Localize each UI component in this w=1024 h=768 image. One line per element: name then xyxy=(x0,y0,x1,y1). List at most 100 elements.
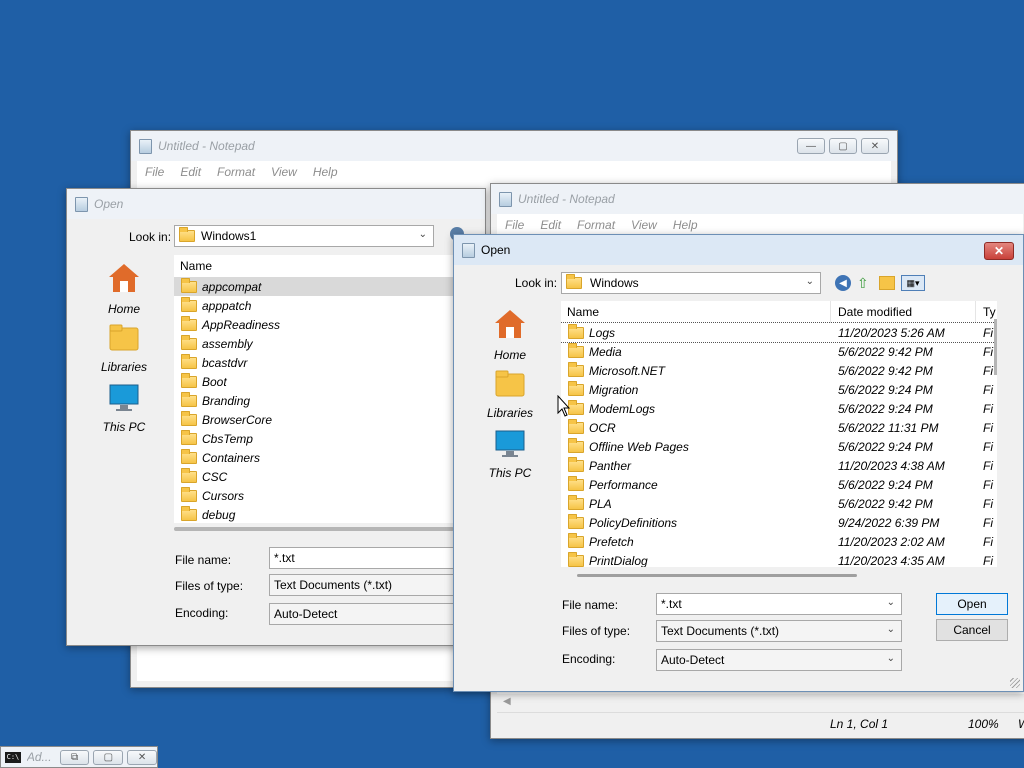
place-libraries[interactable]: Libraries xyxy=(94,323,154,374)
list-item[interactable]: assembly xyxy=(174,334,464,353)
list-item[interactable]: appcompat xyxy=(174,277,464,296)
menu-view[interactable]: View xyxy=(631,218,657,232)
close-button[interactable]: ✕ xyxy=(127,749,157,765)
minimized-console-window[interactable]: C:\ Ad... ⧉ ▢ ✕ xyxy=(0,746,158,768)
list-item-name: Branding xyxy=(202,393,251,408)
table-row[interactable]: Media 5/6/2022 9:42 PM Fi xyxy=(561,342,997,361)
cell-type: Fi xyxy=(983,478,993,492)
front-hscroll[interactable] xyxy=(577,574,857,577)
file-type-select[interactable]: Text Documents (*.txt) xyxy=(269,574,469,596)
cell-name: Migration xyxy=(568,380,638,397)
file-name-label: File name: xyxy=(175,553,232,567)
look-in-combo[interactable]: Windows1 ⌄ xyxy=(174,225,434,247)
restore-button[interactable]: ⧉ xyxy=(59,749,90,765)
scroll-left-icon[interactable]: ◀ xyxy=(503,696,511,707)
column-header-name[interactable]: Name ˆ xyxy=(561,301,831,323)
encoding-label: Encoding: xyxy=(562,652,616,666)
cell-name: Offline Web Pages xyxy=(568,437,689,454)
menu-file[interactable]: File xyxy=(505,218,524,232)
table-row[interactable]: Offline Web Pages 5/6/2022 9:24 PM Fi xyxy=(561,437,997,456)
list-item[interactable]: Branding xyxy=(174,391,464,410)
list-item[interactable]: apppatch xyxy=(174,296,464,315)
table-row[interactable]: Microsoft.NET 5/6/2022 9:42 PM Fi xyxy=(561,361,997,380)
list-item[interactable]: debug xyxy=(174,505,464,523)
table-row[interactable]: PolicyDefinitions 9/24/2022 6:39 PM Fi xyxy=(561,513,997,532)
menu-format[interactable]: Format xyxy=(577,218,615,232)
notepad-back-titlebar[interactable]: Untitled - Notepad xyxy=(131,131,897,161)
open-dialog-back[interactable]: Open Look in: Windows1 ⌄ Home Libraries … xyxy=(66,188,486,646)
list-item[interactable]: Boot xyxy=(174,372,464,391)
cell-name: Panther xyxy=(568,456,631,473)
table-row[interactable]: ModemLogs 5/6/2022 9:24 PM Fi xyxy=(561,399,997,418)
minimize-button[interactable]: — xyxy=(797,138,825,154)
look-in-combo[interactable]: Windows ⌄ xyxy=(561,272,821,294)
table-row[interactable]: Prefetch 11/20/2023 2:02 AM Fi xyxy=(561,532,997,551)
menu-help[interactable]: Help xyxy=(673,218,698,232)
table-row[interactable]: Logs 11/20/2023 5:26 AM Fi xyxy=(561,322,997,343)
notepad-front-hscroll[interactable]: ◀ xyxy=(497,694,1024,712)
table-row[interactable]: Panther 11/20/2023 4:38 AM Fi xyxy=(561,456,997,475)
open-front-titlebar[interactable]: Open xyxy=(454,235,1023,265)
cell-text: Fi xyxy=(983,382,993,397)
cell-name: OCR xyxy=(568,418,616,435)
table-row[interactable]: PrintDialog 11/20/2023 4:35 AM Fi xyxy=(561,551,997,567)
list-item[interactable]: AppReadiness xyxy=(174,315,464,334)
place-this-pc[interactable]: This PC xyxy=(480,429,540,480)
table-row[interactable]: Performance 5/6/2022 9:24 PM Fi xyxy=(561,475,997,494)
close-button[interactable]: ✕ xyxy=(984,242,1014,260)
resize-grip[interactable] xyxy=(1010,678,1020,688)
file-type-select[interactable]: Text Documents (*.txt) ⌄ xyxy=(656,620,902,642)
back-file-list[interactable]: Name ˆ appcompat apppatch AppReadiness asse… xyxy=(174,255,464,523)
list-item[interactable]: Containers xyxy=(174,448,464,467)
encoding-select[interactable]: Auto-Detect ⌄ xyxy=(656,649,902,671)
notepad-front-titlebar[interactable]: Untitled - Notepad xyxy=(491,184,1024,214)
column-header-name[interactable]: Name ˆ xyxy=(174,255,444,277)
place-home[interactable]: Home xyxy=(480,307,540,362)
open-button[interactable]: Open xyxy=(936,593,1008,615)
back-hscroll[interactable] xyxy=(174,527,454,531)
list-item-name: Boot xyxy=(202,374,227,389)
view-menu-icon[interactable]: ▦▾ xyxy=(901,275,925,291)
list-item[interactable]: CSC xyxy=(174,467,464,486)
table-row[interactable]: Migration 5/6/2022 9:24 PM Fi xyxy=(561,380,997,399)
new-folder-icon[interactable] xyxy=(879,276,895,290)
menu-edit[interactable]: Edit xyxy=(540,218,561,232)
up-folder-icon[interactable]: ⇧ xyxy=(857,275,873,291)
table-row[interactable]: PLA 5/6/2022 9:42 PM Fi xyxy=(561,494,997,513)
back-icon[interactable]: ◀ xyxy=(835,275,851,291)
column-header-date[interactable]: Date modified xyxy=(832,301,976,323)
cell-text: Fi xyxy=(983,401,993,416)
place-this-pc[interactable]: This PC xyxy=(94,383,154,434)
cancel-button[interactable]: Cancel xyxy=(936,619,1008,641)
menu-help[interactable]: Help xyxy=(313,165,338,179)
chevron-down-icon[interactable]: ⌄ xyxy=(887,597,895,608)
file-name-input[interactable]: *.txt ⌄ xyxy=(656,593,902,615)
table-row[interactable]: OCR 5/6/2022 11:31 PM Fi xyxy=(561,418,997,437)
menu-format[interactable]: Format xyxy=(217,165,255,179)
cell-text: 11/20/2023 2:02 AM xyxy=(838,534,945,549)
maximize-button[interactable]: ▢ xyxy=(93,749,124,765)
front-vscroll[interactable] xyxy=(994,319,997,375)
list-item[interactable]: bcastdvr xyxy=(174,353,464,372)
close-button[interactable]: ✕ xyxy=(861,138,889,154)
menu-file[interactable]: File xyxy=(145,165,164,179)
list-item[interactable]: CbsTemp xyxy=(174,429,464,448)
maximize-button[interactable]: ▢ xyxy=(829,138,857,154)
cell-type: Fi xyxy=(983,421,993,435)
open-back-titlebar[interactable]: Open xyxy=(67,189,485,219)
file-name-input[interactable]: *.txt xyxy=(269,547,469,569)
list-item[interactable]: BrowserCore xyxy=(174,410,464,429)
cell-type: Fi xyxy=(983,516,993,530)
front-file-list[interactable]: Name ˆ Date modified Ty Logs 11/20/2023 5… xyxy=(561,301,997,567)
place-home[interactable]: Home xyxy=(94,261,154,316)
cell-name: Prefetch xyxy=(568,532,634,549)
encoding-select[interactable]: Auto-Detect xyxy=(269,603,469,625)
open-dialog-front[interactable]: Open ✕ Look in: Windows ⌄ ◀ ⇧ ▦▾ Home Li… xyxy=(453,234,1024,692)
cell-text: Fi xyxy=(983,534,993,549)
menu-view[interactable]: View xyxy=(271,165,297,179)
list-item[interactable]: Cursors xyxy=(174,486,464,505)
notepad-icon xyxy=(139,138,152,154)
cell-name: Microsoft.NET xyxy=(568,361,665,378)
place-libraries[interactable]: Libraries xyxy=(480,369,540,420)
menu-edit[interactable]: Edit xyxy=(180,165,201,179)
